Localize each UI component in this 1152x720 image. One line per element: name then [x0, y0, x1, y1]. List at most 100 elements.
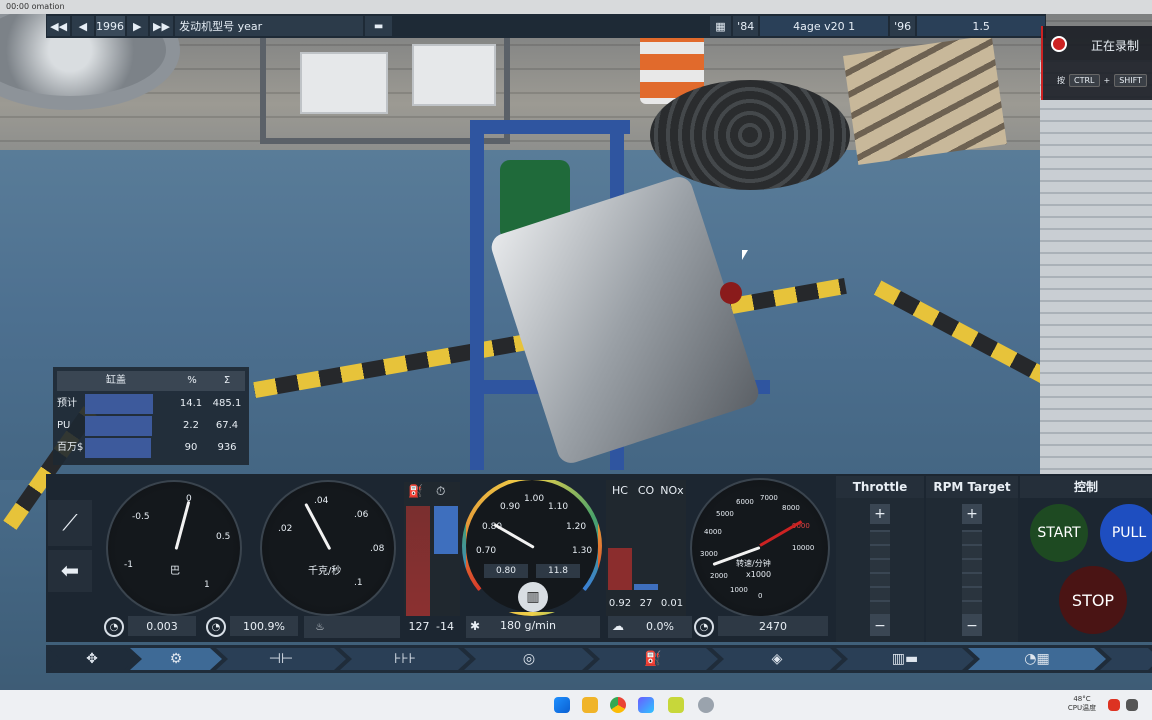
fast-forward-button[interactable]: ▶▶: [149, 16, 174, 36]
wooden-pallet: [843, 35, 1007, 165]
boost-gauge: -0.5 0 0.5 1 -1 巴: [106, 480, 242, 616]
throttle-slider[interactable]: + −: [836, 498, 924, 642]
model-year-start: '84: [733, 16, 759, 36]
row-sum: 936: [217, 442, 237, 453]
graph-button[interactable]: ⟋: [48, 500, 92, 546]
afr-needle: [493, 523, 535, 549]
grid-icon-button[interactable]: ▦: [709, 16, 732, 36]
rpm-target-slider[interactable]: + −: [926, 498, 1018, 642]
nav-exhaust[interactable]: ◈: [712, 648, 842, 670]
emission-label-hc: HC: [612, 484, 628, 497]
tray-icon[interactable]: [1126, 699, 1138, 711]
fuel-bars: ⛽ ⏱: [404, 482, 460, 616]
chrome-icon[interactable]: [610, 697, 626, 713]
throttle-decrease-button[interactable]: −: [870, 616, 890, 636]
fuel-flow-value: 180 g/min: [500, 619, 556, 632]
windows-start-icon[interactable]: [554, 697, 570, 713]
tray-icon[interactable]: [1108, 699, 1120, 711]
automation-app-icon[interactable]: [698, 697, 714, 713]
throttle-track[interactable]: [870, 530, 890, 616]
rpm-decrease-button[interactable]: −: [962, 616, 982, 636]
tick-label: -0.5: [132, 512, 150, 522]
engine-name[interactable]: 4age v20 1: [760, 16, 889, 36]
hint-prefix: 按: [1057, 76, 1065, 85]
rpm-unit: 转速/分钟: [736, 559, 771, 568]
timer-text: 00:00: [6, 2, 30, 11]
row-bar: [85, 416, 152, 436]
emission-value-nox: 0.01: [660, 598, 684, 609]
key-shift: SHIFT: [1114, 74, 1148, 87]
left-arrow-icon: ◀: [78, 19, 88, 33]
row-label: PU: [57, 420, 71, 431]
topbar-spacer: [394, 16, 708, 36]
emission-value-hc: 0.92: [608, 598, 632, 609]
tick-label: .06: [354, 510, 369, 520]
emission-label-nox: NOx: [660, 484, 684, 497]
app-title-bar: 00:00 omation: [0, 0, 1152, 14]
car-icon-button[interactable]: ▬: [365, 16, 393, 36]
nav-next[interactable]: [1100, 648, 1152, 670]
forward-button[interactable]: ▶: [126, 16, 148, 36]
app-icon[interactable]: [668, 697, 684, 713]
emission-bar-co: [634, 584, 658, 590]
nav-cam[interactable]: ⊦⊦⊦: [340, 648, 470, 670]
back-arrow-button[interactable]: ⬅: [48, 550, 92, 592]
fuel-bar-left: [406, 506, 430, 616]
test-stand-frame: [470, 130, 484, 470]
col-header-name: 缸盖: [106, 375, 126, 386]
nav-bottom-end[interactable]: ⚙: [130, 648, 222, 670]
tick-label: 1000: [730, 586, 748, 594]
nav-engine-overview[interactable]: ✥: [48, 648, 136, 670]
tick-label: 1.30: [572, 546, 593, 556]
back-button[interactable]: ◀: [72, 16, 94, 36]
pull-button[interactable]: PULL: [1100, 504, 1152, 562]
cylinder-head-table: 缸盖 % Σ 预计 14.1 485.1 PU 2.2 67.4 百万$ 90 …: [53, 367, 249, 465]
recording-overlay[interactable]: 正在录制 按 CTRL + SHIFT: [1041, 26, 1152, 100]
tick-label: 6000: [736, 498, 754, 506]
record-icon: [1051, 36, 1067, 52]
cpu-temp-value: 48°C: [1073, 695, 1091, 703]
table-header: 缸盖 % Σ: [57, 371, 245, 391]
boost-needle: [174, 500, 191, 550]
throttle-increase-button[interactable]: +: [870, 504, 890, 524]
mouse-cursor-icon: [742, 250, 748, 260]
emissions-panel: HC CO NOx 0.92 27 0.01: [606, 480, 686, 616]
nav-dyno[interactable]: ◔▦: [968, 648, 1106, 670]
start-button[interactable]: START: [1030, 504, 1088, 562]
fuel-injector-icon: ▥: [518, 582, 548, 612]
stop-button[interactable]: STOP: [1059, 566, 1127, 634]
gauge-icon: ◔: [104, 617, 124, 637]
coiled-hose: [650, 80, 850, 190]
tick-label: 5000: [716, 510, 734, 518]
tick-label: 1: [204, 580, 210, 590]
graph-icon: ⟋: [62, 510, 78, 536]
rpm-target-track[interactable]: [962, 530, 982, 616]
rpm-increase-button[interactable]: +: [962, 504, 982, 524]
nav-top-end[interactable]: ⊣⊢: [216, 648, 346, 670]
year-field-label: 发动机型号 year: [175, 16, 364, 36]
tick-label: 10000: [792, 544, 815, 552]
tick-label: .08: [370, 544, 385, 554]
tick-label: 0.5: [216, 532, 231, 542]
tachometer-icon: ◔: [694, 617, 714, 637]
bottom-nav-bar: ✥ ⚙ ⊣⊢ ⊦⊦⊦ ◎ ⛽ ◈ ▥▬ ◔▦: [46, 645, 1152, 673]
fuel-icon: ⛽: [644, 651, 662, 667]
dyno-dashboard: ⟋ ⬅ -0.5 0 0.5 1 -1 巴 ◔ 0.003 ◔ 100.9% .…: [46, 474, 1152, 642]
stopwatch-icon: ⏱: [436, 484, 446, 498]
displacement-value[interactable]: 1.5: [917, 16, 1046, 36]
ai-app-icon[interactable]: [638, 697, 654, 713]
file-explorer-icon[interactable]: [582, 697, 598, 713]
engine-block-icon: ✥: [86, 651, 98, 667]
cpu-temp-widget[interactable]: 48°C CPU温度: [1062, 695, 1102, 713]
afr-gauge: 0.90 1.00 1.10 1.20 1.30 0.80 0.70 0.80 …: [462, 476, 602, 616]
throttle-header: Throttle: [836, 476, 924, 498]
emission-label-co: CO: [637, 484, 655, 497]
col-header-pct: %: [187, 375, 197, 386]
nav-tuning[interactable]: ▥▬: [836, 648, 974, 670]
nav-aspiration[interactable]: ◎: [464, 648, 594, 670]
efficiency-value: 100.9%: [230, 616, 298, 636]
fast-back-button[interactable]: ◀◀: [47, 16, 71, 36]
nav-fuel[interactable]: ⛽: [588, 648, 718, 670]
double-right-arrow-icon: ▶▶: [153, 19, 170, 33]
double-left-arrow-icon: ◀◀: [50, 19, 68, 33]
